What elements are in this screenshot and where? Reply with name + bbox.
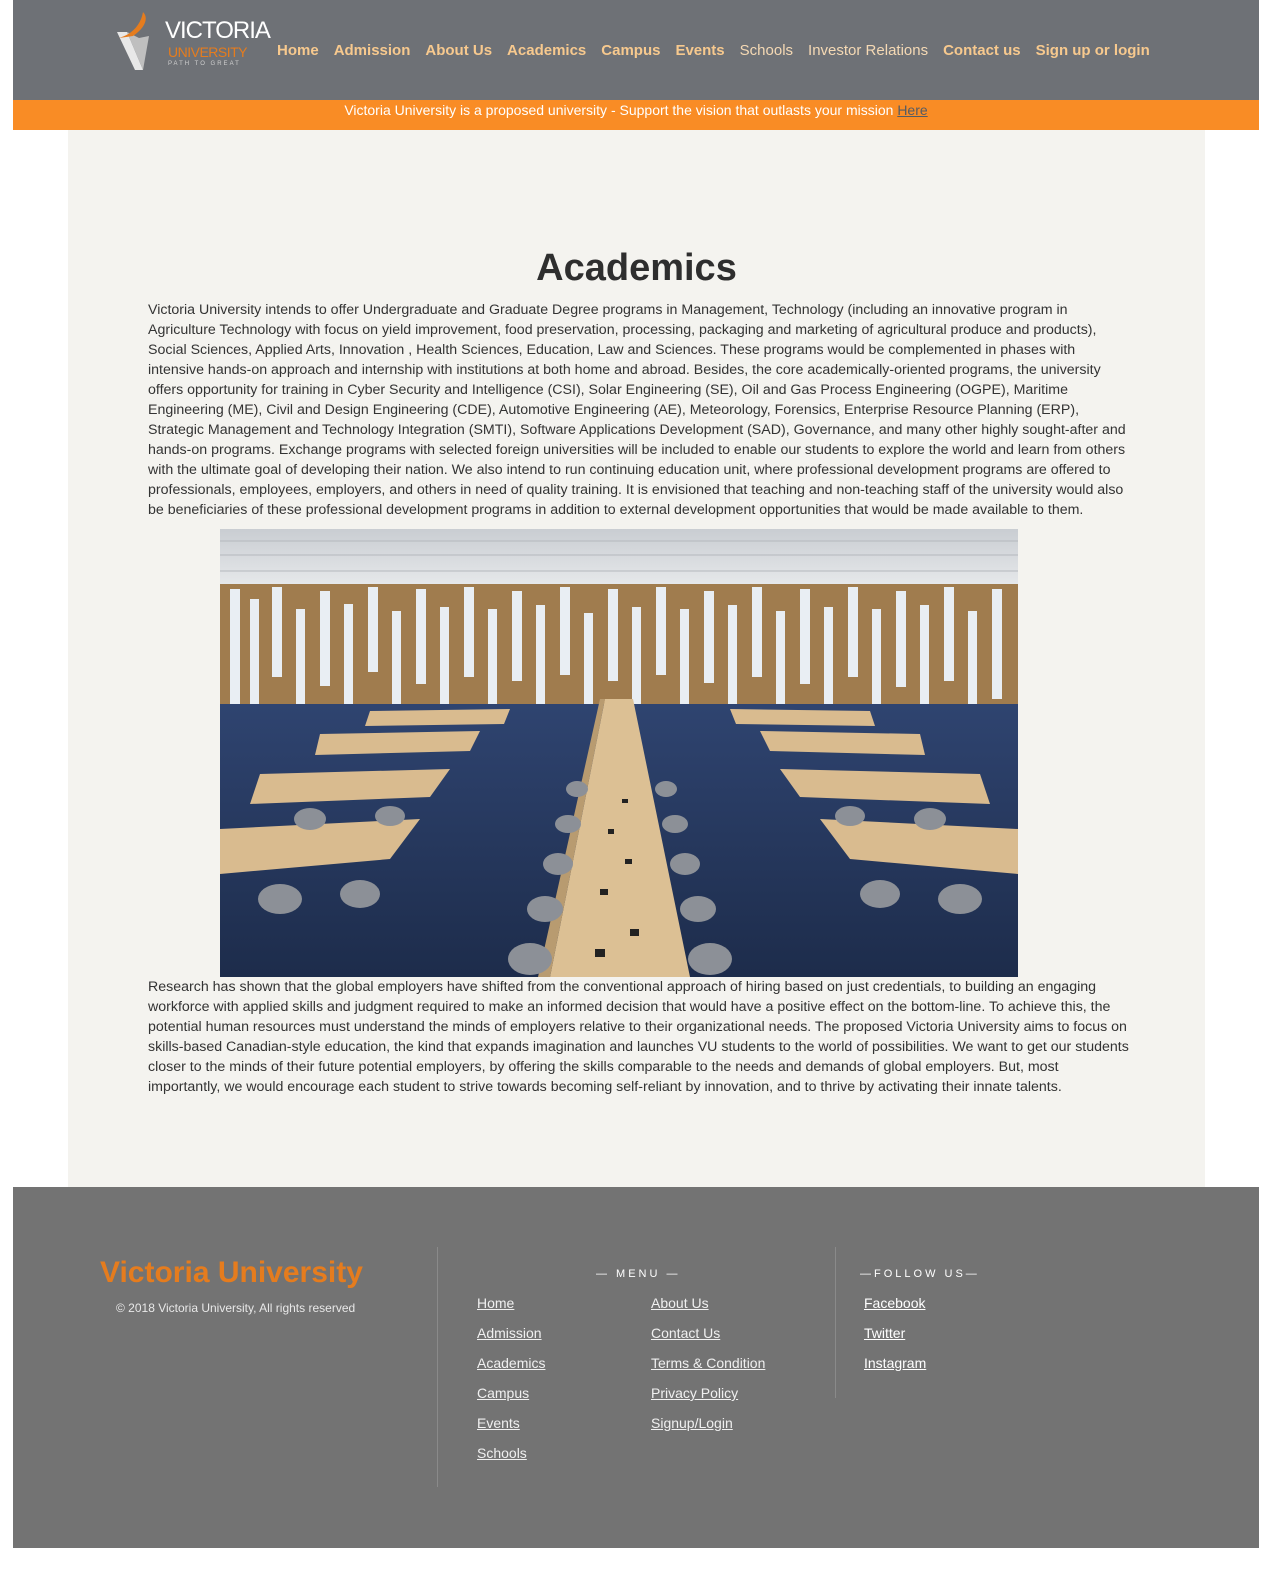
nav-academics[interactable]: Academics bbox=[507, 42, 586, 60]
research-paragraph: Research has shown that the global emplo… bbox=[148, 979, 1129, 1095]
page-title: Academics bbox=[536, 247, 737, 289]
footer-link-campus[interactable]: Campus bbox=[477, 1383, 545, 1403]
logo-wordmark: VICTORIA bbox=[165, 17, 271, 44]
footer-link-signup-login[interactable]: Signup/Login bbox=[651, 1413, 765, 1433]
social-link-instagram[interactable]: Instagram bbox=[864, 1353, 926, 1373]
logo-chevron-icon bbox=[117, 12, 149, 70]
footer-divider bbox=[835, 1247, 836, 1398]
footer-brand: Victoria University bbox=[100, 1256, 363, 1289]
footer-link-about-us[interactable]: About Us bbox=[651, 1293, 765, 1313]
nav-admission[interactable]: Admission bbox=[334, 42, 411, 60]
intro-paragraph: Victoria University intends to offer Und… bbox=[148, 302, 1126, 518]
social-link-facebook[interactable]: Facebook bbox=[864, 1293, 926, 1313]
nav-investor-relations[interactable]: Investor Relations bbox=[808, 42, 928, 60]
university-logo[interactable]: VICTORIA UNIVERSITY PATH TO GREAT bbox=[113, 8, 271, 74]
lecture-hall-illustration bbox=[220, 529, 1018, 977]
social-link-twitter[interactable]: Twitter bbox=[864, 1323, 926, 1343]
footer-link-admission[interactable]: Admission bbox=[477, 1323, 545, 1343]
announcement-banner: Victoria University is a proposed univer… bbox=[13, 100, 1259, 130]
footer-divider bbox=[437, 1247, 438, 1487]
nav-schools[interactable]: Schools bbox=[740, 42, 793, 60]
footer-link-contact-us[interactable]: Contact Us bbox=[651, 1323, 765, 1343]
main-content: Academics Victoria University intends to… bbox=[68, 130, 1205, 1187]
footer-link-privacy-policy[interactable]: Privacy Policy bbox=[651, 1383, 765, 1403]
footer-menu-col1: Home Admission Academics Campus Events S… bbox=[477, 1293, 545, 1473]
footer-link-terms[interactable]: Terms & Condition bbox=[651, 1353, 765, 1373]
logo-subtitle: UNIVERSITY bbox=[168, 44, 248, 60]
logo-tagline: PATH TO GREAT bbox=[168, 61, 241, 67]
footer-follow-heading: —FOLLOW US— bbox=[860, 1268, 980, 1280]
nav-sign-up-login[interactable]: Sign up or login bbox=[1036, 42, 1150, 60]
footer-social-links: Facebook Twitter Instagram bbox=[864, 1293, 926, 1383]
banner-here-link[interactable]: Here bbox=[897, 102, 927, 118]
lecture-hall-image bbox=[220, 529, 1018, 977]
site-header: VICTORIA UNIVERSITY PATH TO GREAT Home A… bbox=[13, 0, 1259, 100]
nav-about-us[interactable]: About Us bbox=[425, 42, 492, 60]
footer-link-schools[interactable]: Schools bbox=[477, 1443, 545, 1463]
banner-text: Victoria University is a proposed univer… bbox=[344, 102, 898, 118]
footer-link-academics[interactable]: Academics bbox=[477, 1353, 545, 1373]
footer-menu-col2: About Us Contact Us Terms & Condition Pr… bbox=[651, 1293, 765, 1443]
site-footer: Victoria University © 2018 Victoria Univ… bbox=[13, 1187, 1259, 1548]
footer-link-events[interactable]: Events bbox=[477, 1413, 545, 1433]
nav-home[interactable]: Home bbox=[277, 42, 319, 60]
main-nav: Home Admission About Us Academics Campus… bbox=[277, 42, 1165, 60]
footer-copyright: © 2018 Victoria University, All rights r… bbox=[116, 1301, 356, 1315]
nav-contact-us[interactable]: Contact us bbox=[943, 42, 1021, 60]
footer-link-home[interactable]: Home bbox=[477, 1293, 545, 1313]
nav-campus[interactable]: Campus bbox=[601, 42, 660, 60]
footer-menu-heading: — MENU — bbox=[596, 1268, 681, 1280]
nav-events[interactable]: Events bbox=[675, 42, 724, 60]
